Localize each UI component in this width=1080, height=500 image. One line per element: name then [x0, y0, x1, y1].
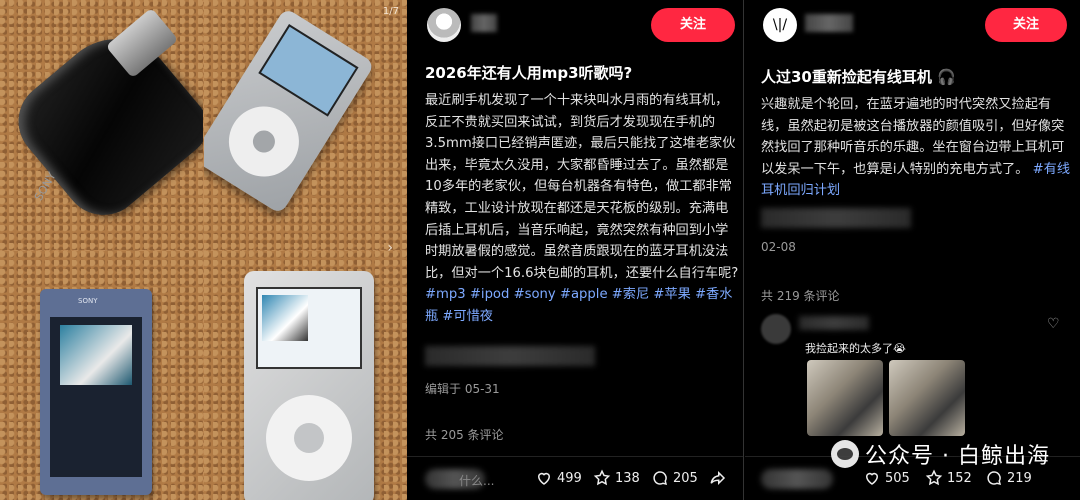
- watermark-text: 公众号 · 白鲸出海: [865, 444, 1050, 469]
- star-icon: [593, 469, 611, 486]
- edit-date: 编辑于 05-31: [425, 382, 500, 396]
- like-count: 505: [885, 470, 910, 486]
- comment-total: 共 205 条评论: [425, 428, 504, 442]
- post-panel-2: \|/ 关注 人过30重新捡起有线耳机 🎧 兴趣就是个轮回，在蓝牙遍地的时代突然…: [745, 0, 1080, 500]
- heart-icon: [865, 472, 879, 485]
- commenter-avatar[interactable]: [761, 314, 791, 344]
- post-date: 02-08: [761, 240, 796, 254]
- post-panel-1: 关注 2026年还有人用mp3听歌吗? 最近刷手机发现了一个十来块叫水月雨的有线…: [407, 0, 744, 500]
- post-text: 兴趣就是个轮回，在蓝牙遍地的时代突然又捡起有线，虽然起初是被这台播放器的颜值吸引…: [761, 97, 1065, 177]
- image-gallery[interactable]: SONY 1/7 SONY ›: [0, 0, 407, 500]
- comment-total: 共 219 条评论: [761, 289, 840, 303]
- ipod-classic-device: [244, 271, 374, 500]
- share-button[interactable]: [709, 469, 727, 487]
- collect-count: 152: [947, 470, 972, 486]
- comment-input-avatar[interactable]: [761, 469, 833, 489]
- author-avatar[interactable]: \|/: [763, 8, 797, 42]
- photo-ipod-classic: [204, 251, 407, 500]
- blurred-link[interactable]: [761, 208, 911, 228]
- ipod-nano-device: [204, 7, 376, 215]
- commenter-name-blurred[interactable]: [799, 316, 869, 330]
- comment-text: 我捡起来的太多了😭: [805, 342, 906, 355]
- photo-ipod-nano: 1/7: [204, 0, 407, 250]
- blurred-link[interactable]: [425, 346, 595, 366]
- walkman-device: [2, 14, 203, 232]
- comment-input[interactable]: 什么...: [459, 472, 494, 489]
- follow-button[interactable]: 关注: [985, 8, 1067, 42]
- comment-button[interactable]: 219: [985, 469, 1032, 487]
- classic-click-wheel: [266, 395, 352, 481]
- post-text: 最近刷手机发现了一个十来块叫水月雨的有线耳机，反正不贵就买回来试试，到货后才发现…: [425, 93, 739, 281]
- follow-button[interactable]: 关注: [651, 8, 735, 42]
- comment-photo-1[interactable]: [807, 360, 883, 436]
- author-name-blurred[interactable]: [471, 14, 497, 32]
- comment-count: 205: [673, 470, 698, 486]
- collect-button[interactable]: 138: [593, 469, 640, 487]
- watermark: 公众号 · 白鲸出海: [831, 438, 1050, 470]
- album-art: [262, 295, 308, 341]
- star-icon: [925, 469, 943, 486]
- comment-like-icon[interactable]: ♡: [1047, 316, 1060, 332]
- sony-label: SONY: [32, 170, 59, 203]
- comment-count: 219: [1007, 470, 1032, 486]
- collect-count: 138: [615, 470, 640, 486]
- comment-icon: [987, 471, 1002, 486]
- comment-button[interactable]: 205: [651, 469, 698, 487]
- like-count: 499: [557, 470, 582, 486]
- collect-button[interactable]: 152: [925, 469, 972, 487]
- sony-a-screen: [50, 317, 142, 477]
- comment-icon: [653, 471, 668, 486]
- wechat-icon: [831, 440, 860, 468]
- gallery-counter: 1/7: [382, 6, 399, 17]
- post-title: 2026年还有人用mp3听歌吗?: [425, 64, 633, 82]
- gallery-next-icon[interactable]: ›: [387, 240, 393, 256]
- author-name-blurred[interactable]: [805, 14, 853, 32]
- share-icon: [710, 470, 726, 486]
- post-body: 最近刷手机发现了一个十来块叫水月雨的有线耳机，反正不贵就买回来试试，到货后才发现…: [425, 90, 741, 328]
- sony-a-device: SONY: [40, 289, 152, 495]
- post-tags[interactable]: #mp3 #ipod #sony #apple #索尼 #苹果 #香水瓶 #可惜…: [425, 287, 732, 324]
- like-button[interactable]: 499: [535, 469, 582, 487]
- nano-click-wheel: [215, 93, 313, 190]
- photo-sony-a-series: SONY: [0, 251, 203, 500]
- sony-brand-label: SONY: [78, 297, 98, 305]
- nano-screen: [258, 23, 359, 117]
- like-button[interactable]: 505: [863, 469, 910, 487]
- heart-icon: [537, 472, 551, 485]
- author-avatar[interactable]: [427, 8, 461, 42]
- classic-screen: [256, 287, 362, 369]
- action-bar: 什么... 499 138 205: [407, 456, 743, 500]
- album-art: [60, 325, 132, 385]
- post-body: 兴趣就是个轮回，在蓝牙遍地的时代突然又捡起有线，虽然起初是被这台播放器的颜值吸引…: [761, 94, 1073, 202]
- post-title: 人过30重新捡起有线耳机 🎧: [761, 68, 956, 86]
- comment-photo-2[interactable]: [889, 360, 965, 436]
- photo-sony-walkman: SONY: [0, 0, 203, 250]
